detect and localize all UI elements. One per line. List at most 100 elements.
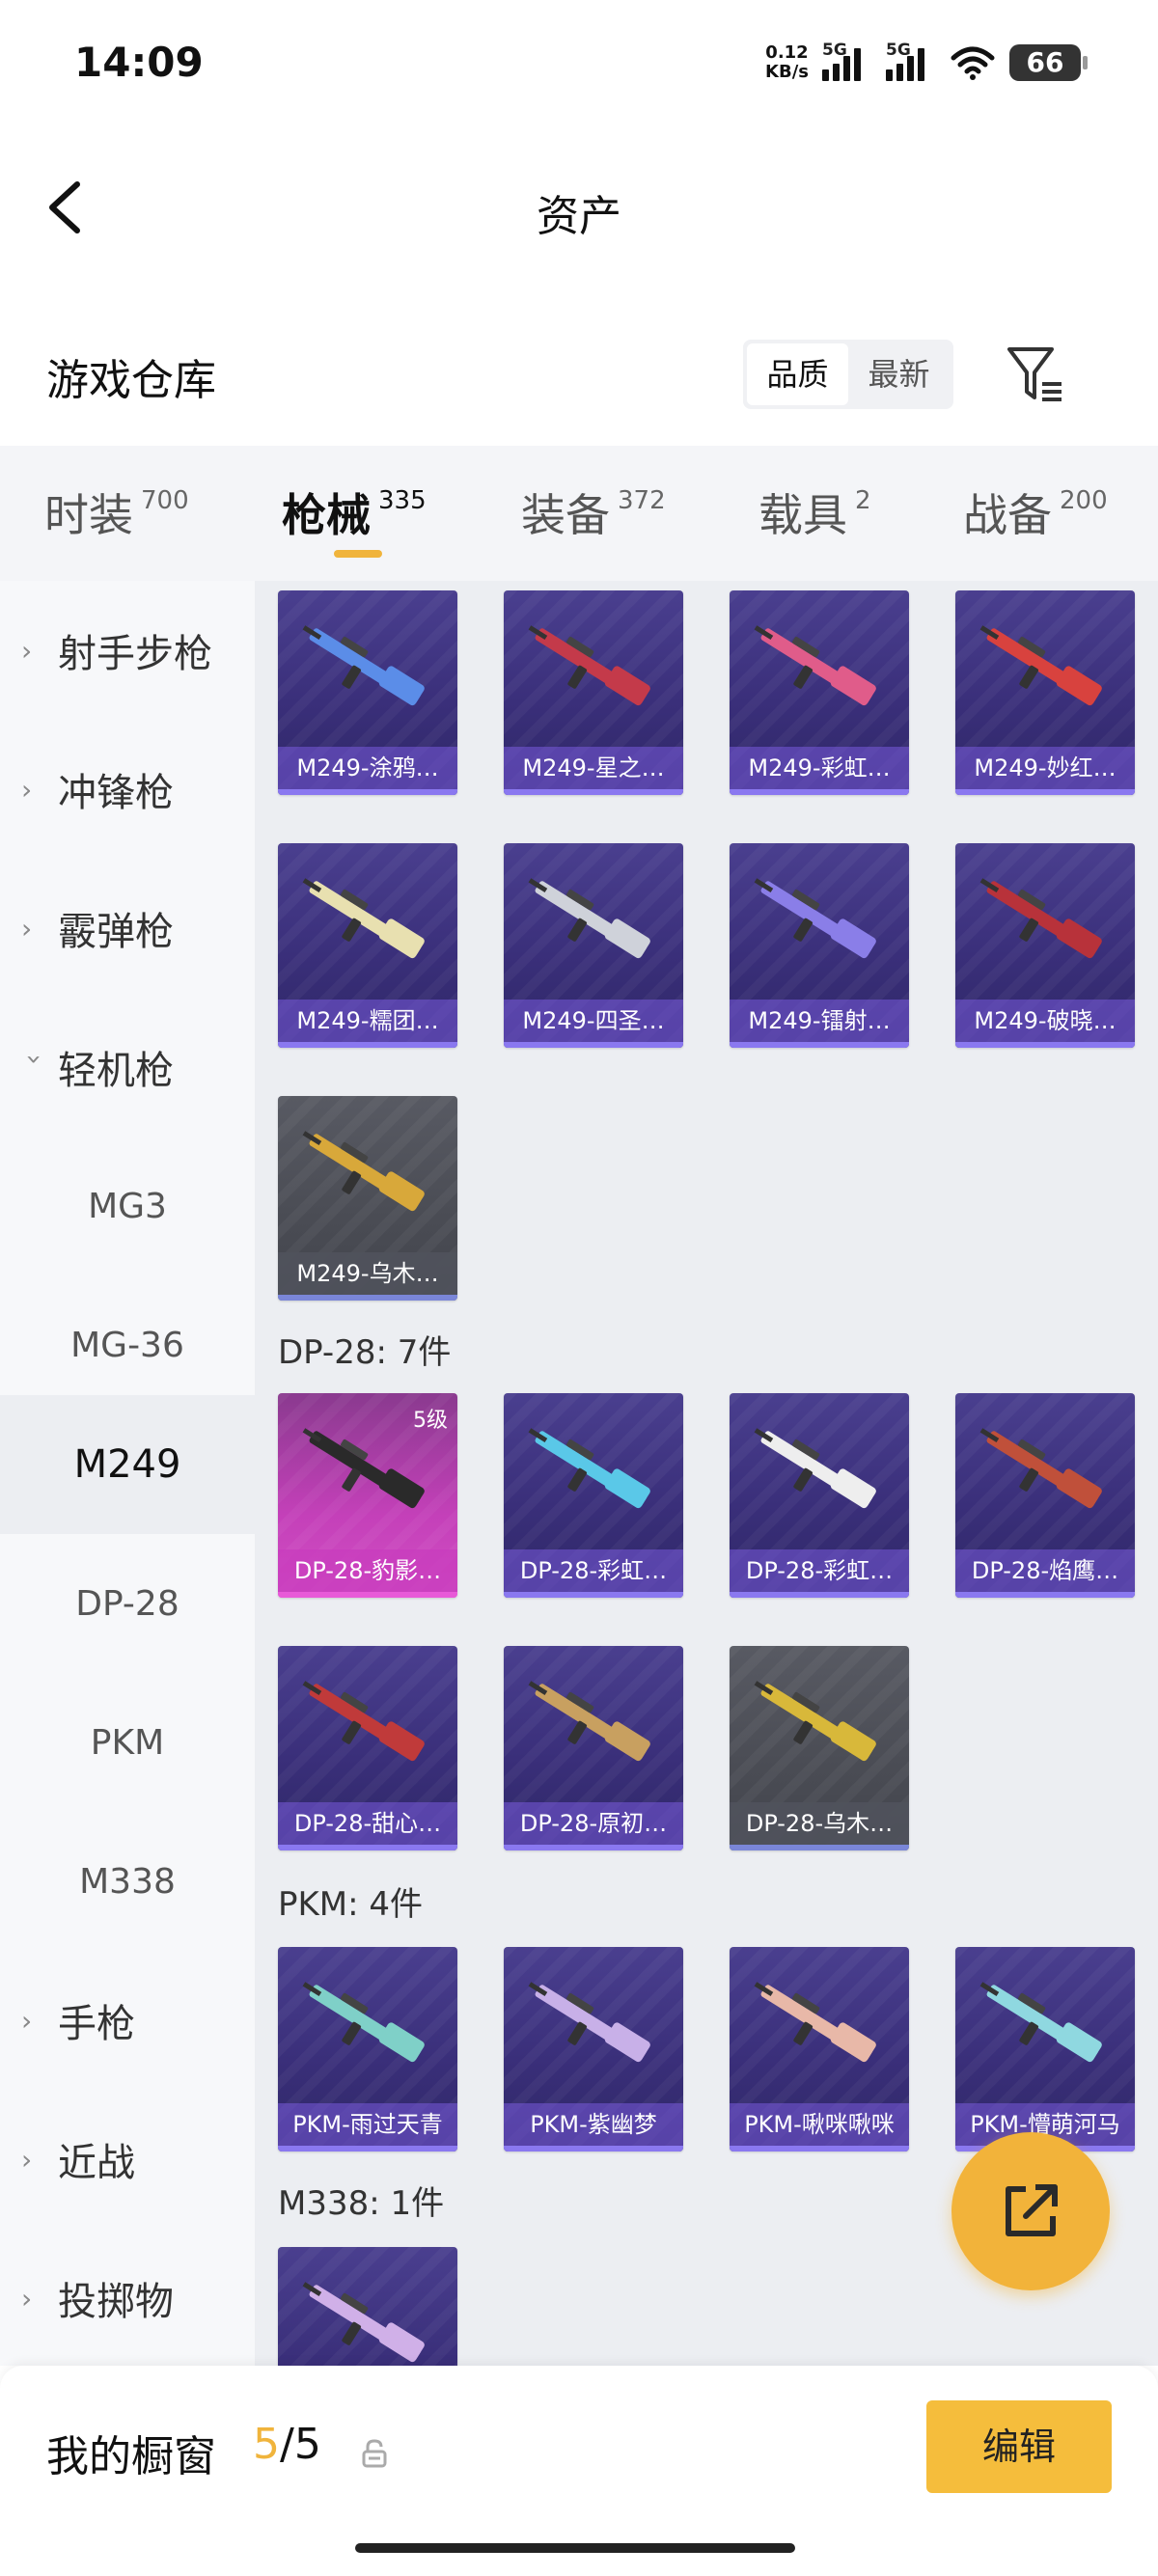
active-tab-indicator [334, 550, 382, 558]
sidebar-item-pistol[interactable]: › 手枪 [0, 1951, 255, 2090]
sidebar-item-melee[interactable]: › 近战 [0, 2090, 255, 2229]
gun-icon [302, 625, 425, 706]
sidebar-item-shotgun[interactable]: › 霰弹枪 [0, 859, 255, 998]
skin-name: PKM-紫幽梦 [504, 2103, 683, 2146]
skin-name: DP-28-豹影… [278, 1549, 457, 1592]
gun-icon [528, 1428, 650, 1509]
sort-toggle: 品质 最新 [743, 340, 953, 409]
rarity-bar [504, 1592, 683, 1598]
skin-card[interactable]: DP-28-乌木… [730, 1646, 909, 1850]
skin-card[interactable]: DP-28-原初… [504, 1646, 683, 1850]
skin-card[interactable]: PKM-紫幽梦 [504, 1947, 683, 2151]
sidebar-item-dmr[interactable]: › 射手步枪 [0, 581, 255, 720]
sidebar-item-m338[interactable]: M338 [0, 1812, 255, 1951]
skin-name: M249-四圣… [504, 1000, 683, 1042]
chevron-right-icon: › [21, 2143, 33, 2176]
skin-card[interactable]: M249-糯团… [278, 843, 457, 1048]
status-bar: 14:09 0.12 KB/s 5G 5G 66 [0, 0, 1158, 125]
skin-card[interactable]: M249-四圣… [504, 843, 683, 1048]
sidebar-item-pkm[interactable]: PKM [0, 1673, 255, 1812]
skin-name: M249-镭射… [730, 1000, 909, 1042]
chevron-right-icon: › [21, 634, 33, 667]
section-label-m338: M338: 1件 [278, 2184, 445, 2223]
sidebar-item-m249[interactable]: M249 [0, 1395, 255, 1534]
gun-icon [302, 1131, 425, 1212]
battery-icon: 66 [1009, 44, 1088, 81]
skin-card[interactable]: M249-乌木… [278, 1096, 457, 1301]
skin-name: M249-妙红… [955, 747, 1135, 789]
skin-name: M249-星之… [504, 747, 683, 789]
sidebar-item-mg3[interactable]: MG3 [0, 1137, 255, 1275]
lock-icon [362, 2439, 387, 2468]
tab-fashion[interactable]: 时装 700 [44, 446, 189, 544]
skin-card[interactable]: PKM-啾咪啾咪 [730, 1947, 909, 2151]
sort-quality-button[interactable]: 品质 [747, 343, 848, 405]
skin-card[interactable] [278, 2247, 457, 2366]
rarity-bar [955, 1042, 1135, 1048]
skin-card[interactable]: PKM-懵萌河马 [955, 1947, 1135, 2151]
skin-card[interactable]: DP-28-甜心… [278, 1646, 457, 1850]
skin-name: DP-28-彩虹… [730, 1549, 909, 1592]
gun-icon [754, 1428, 876, 1509]
gun-icon [979, 878, 1102, 959]
skin-card[interactable]: PKM-雨过天青 [278, 1947, 457, 2151]
chevron-right-icon: › [21, 912, 33, 945]
filter-icon[interactable] [1004, 340, 1065, 407]
status-icons: 0.12 KB/s 5G 5G 66 [765, 39, 1088, 87]
gun-icon [528, 1982, 650, 2063]
rarity-bar [730, 1042, 909, 1048]
sidebar-item-dp28[interactable]: DP-28 [0, 1534, 255, 1673]
rarity-bar [730, 789, 909, 795]
rarity-bar [278, 2146, 457, 2151]
gun-icon [302, 878, 425, 959]
rarity-bar [730, 2146, 909, 2151]
tab-guns[interactable]: 枪械 335 [282, 446, 427, 558]
gun-icon [528, 1681, 650, 1762]
skin-card[interactable]: M249-破晓… [955, 843, 1135, 1048]
skin-card[interactable]: DP-28-彩虹… [730, 1393, 909, 1598]
gun-icon [528, 878, 650, 959]
rarity-bar [278, 1845, 457, 1850]
skin-card[interactable]: M249-涂鸦… [278, 590, 457, 795]
skin-card[interactable]: DP-28-彩虹… [504, 1393, 683, 1598]
page-title: 资产 [537, 192, 621, 241]
sidebar-item-smg[interactable]: › 冲锋枪 [0, 720, 255, 859]
rarity-bar [730, 1592, 909, 1598]
gun-icon [754, 1982, 876, 2063]
tab-supplies[interactable]: 战备 200 [963, 446, 1108, 544]
warehouse-title: 游戏仓库 [46, 356, 216, 405]
section-label-pkm: PKM: 4件 [278, 1885, 424, 1924]
skin-card[interactable]: DP-28-焰鹰… [955, 1393, 1135, 1598]
sidebar-item-throwable[interactable]: › 投掷物 [0, 2229, 255, 2368]
chevron-down-icon: › [18, 1054, 51, 1065]
skin-card[interactable]: M249-妙红… [955, 590, 1135, 795]
tab-equipment[interactable]: 装备 372 [521, 446, 666, 544]
skin-card[interactable]: 5级 DP-28-豹影… [278, 1393, 457, 1598]
sort-newest-button[interactable]: 最新 [848, 343, 950, 405]
skin-grid: DP-28: 7件 PKM: 4件 M338: 1件 M249-涂鸦… M249-… [255, 581, 1158, 2366]
category-tabs: 时装 700 枪械 335 装备 372 载具 2 战备 200 [0, 446, 1158, 581]
sidebar-item-lmg[interactable]: › 轻机枪 [0, 998, 255, 1137]
rarity-bar [955, 1592, 1135, 1598]
rarity-bar [278, 1042, 457, 1048]
edit-button[interactable]: 编辑 [926, 2400, 1112, 2493]
signal-icon: 5G [822, 41, 872, 81]
tab-vehicles[interactable]: 载具 2 [758, 446, 871, 544]
skin-name: DP-28-甜心… [278, 1802, 457, 1845]
nav-bar: 资产 [0, 154, 1158, 260]
wifi-icon [951, 46, 995, 80]
warehouse-header: 游戏仓库 品质 最新 [0, 328, 1158, 425]
chevron-right-icon: › [21, 2282, 33, 2315]
showcase-bar: 我的橱窗 5/5 编辑 [0, 2366, 1158, 2576]
share-button[interactable] [951, 2132, 1110, 2290]
gun-icon [754, 625, 876, 706]
skin-name: PKM-啾咪啾咪 [730, 2103, 909, 2146]
gun-icon [754, 878, 876, 959]
weapon-type-sidebar: › 射手步枪 › 冲锋枪 › 霰弹枪 › 轻机枪 MG3 MG-36 M249 … [0, 581, 255, 2366]
skin-card[interactable]: M249-彩虹… [730, 590, 909, 795]
sidebar-item-mg36[interactable]: MG-36 [0, 1275, 255, 1414]
rarity-bar [278, 1592, 457, 1598]
skin-card[interactable]: M249-镭射… [730, 843, 909, 1048]
skin-card[interactable]: M249-星之… [504, 590, 683, 795]
status-time: 14:09 [74, 39, 204, 86]
